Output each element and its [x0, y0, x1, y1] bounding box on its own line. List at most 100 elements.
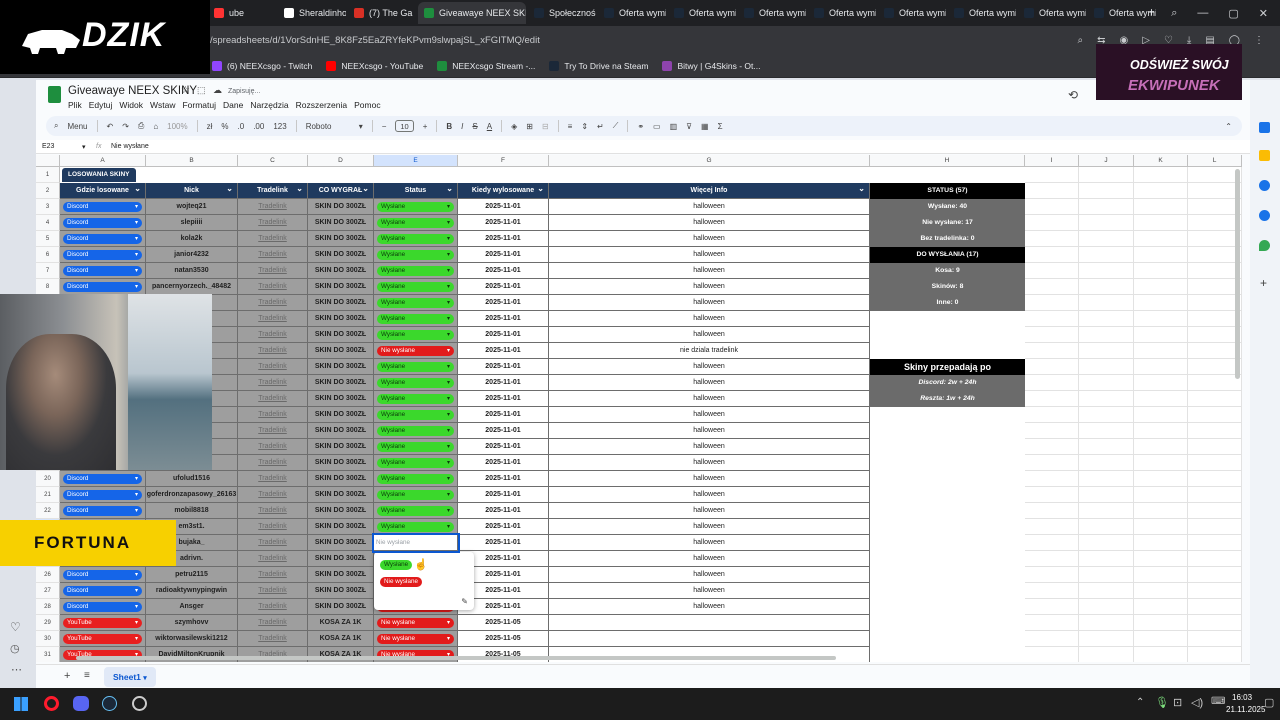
table-cell[interactable]: halloween	[549, 567, 870, 583]
table-cell[interactable]: SKIN DO 300ZŁ	[308, 311, 374, 327]
currency-button[interactable]: zł	[207, 122, 213, 131]
table-cell[interactable]: halloween	[549, 295, 870, 311]
empty-cell[interactable]	[1079, 295, 1134, 311]
table-cell[interactable]: SKIN DO 300ZŁ	[308, 343, 374, 359]
table-cell[interactable]: halloween	[549, 423, 870, 439]
tradelink-link[interactable]: Tradelink	[258, 347, 287, 354]
table-cell[interactable]: 2025-11-05	[458, 631, 549, 647]
tab-sheet1[interactable]: Sheet1 ▾	[104, 667, 156, 687]
chevron-down-icon[interactable]: ⌄	[134, 183, 141, 196]
table-cell[interactable]: Discord	[60, 263, 146, 279]
chevron-down-icon[interactable]: ⌄	[537, 183, 544, 196]
empty-cell[interactable]	[1134, 551, 1188, 567]
table-cell[interactable]: Wysłane	[374, 359, 458, 375]
table-cell[interactable]: halloween	[549, 407, 870, 423]
table-cell[interactable]: halloween	[549, 599, 870, 615]
table-cell[interactable]: halloween	[549, 439, 870, 455]
move-icon[interactable]: ⬚	[197, 85, 206, 96]
merge-cells-icon[interactable]: ⊟	[542, 122, 549, 131]
tradelink-link[interactable]: Tradelink	[258, 235, 287, 242]
tradelink-link[interactable]: Tradelink	[258, 283, 287, 290]
empty-cell[interactable]	[1188, 295, 1242, 311]
empty-cell[interactable]	[1079, 439, 1134, 455]
empty-cell[interactable]	[1079, 647, 1134, 662]
tradelink-link[interactable]: Tradelink	[258, 203, 287, 210]
table-cell[interactable]: Nie wysłane	[374, 631, 458, 647]
notifications-icon[interactable]: ▢	[1264, 696, 1274, 709]
menu-item[interactable]: Rozszerzenia	[296, 100, 348, 110]
row-number[interactable]: 7	[36, 263, 60, 279]
source-chip[interactable]: Discord	[63, 250, 142, 260]
column-header[interactable]: L	[1188, 155, 1242, 167]
empty-cell[interactable]	[1079, 311, 1134, 327]
empty-cell[interactable]	[1188, 279, 1242, 295]
table-cell[interactable]: Wysłane	[374, 231, 458, 247]
chevron-down-icon[interactable]: ▾	[359, 122, 363, 131]
empty-cell[interactable]	[1025, 247, 1079, 263]
filter-icon[interactable]: ⊽	[686, 122, 692, 131]
status-chip[interactable]: Wysłane	[377, 410, 454, 420]
collapse-toolbar-icon[interactable]: ⌃	[1225, 122, 1232, 131]
browser-tab[interactable]: ube	[208, 2, 276, 24]
table-cell[interactable]: Tradelink	[238, 231, 308, 247]
empty-cell[interactable]	[1188, 263, 1242, 279]
table-cell[interactable]: halloween	[549, 359, 870, 375]
document-title[interactable]: Giveawaye NEEX SKINY	[68, 85, 197, 97]
empty-cell[interactable]	[1079, 247, 1134, 263]
empty-cell[interactable]	[1134, 567, 1188, 583]
font-size-increase-icon[interactable]: +	[423, 122, 428, 131]
tradelink-link[interactable]: Tradelink	[258, 379, 287, 386]
paint-format-icon[interactable]: ⌂	[153, 122, 158, 131]
table-cell[interactable]: Tradelink	[238, 263, 308, 279]
table-cell[interactable]: 2025-11-01	[458, 519, 549, 535]
browser-tab[interactable]: Oferta wymian	[598, 2, 666, 24]
table-cell[interactable]: Tradelink	[238, 503, 308, 519]
font-size-decrease-icon[interactable]: −	[382, 122, 387, 131]
empty-cell[interactable]	[1188, 535, 1242, 551]
empty-cell[interactable]	[1188, 647, 1242, 662]
table-header-cell[interactable]: Kiedy wylosowane ⌄	[458, 183, 549, 199]
table-cell[interactable]: SKIN DO 300ZŁ	[308, 551, 374, 567]
filter-views-icon[interactable]: ▦	[701, 122, 709, 131]
status-chip[interactable]: Wysłane	[377, 234, 454, 244]
table-cell[interactable]: SKIN DO 300ZŁ	[308, 263, 374, 279]
tradelink-link[interactable]: Tradelink	[258, 523, 287, 530]
row-number[interactable]: 3	[36, 199, 60, 215]
empty-cell[interactable]	[1025, 215, 1079, 231]
empty-cell[interactable]	[1025, 311, 1079, 327]
empty-cell[interactable]	[1025, 503, 1079, 519]
empty-cell[interactable]	[1025, 647, 1079, 662]
table-cell[interactable]: halloween	[549, 551, 870, 567]
empty-cell[interactable]	[1079, 391, 1134, 407]
table-cell[interactable]: Wysłane	[374, 327, 458, 343]
empty-cell[interactable]	[1188, 311, 1242, 327]
table-cell[interactable]: 2025-11-01	[458, 375, 549, 391]
tradelink-link[interactable]: Tradelink	[258, 411, 287, 418]
table-cell[interactable]: 2025-11-01	[458, 487, 549, 503]
empty-cell[interactable]	[1134, 279, 1188, 295]
table-cell[interactable]: 2025-11-01	[458, 391, 549, 407]
row-number[interactable]: 4	[36, 215, 60, 231]
table-cell[interactable]: halloween	[549, 471, 870, 487]
table-cell[interactable]: SKIN DO 300ZŁ	[308, 487, 374, 503]
table-cell[interactable]: nie dziala tradelink	[549, 343, 870, 359]
dropdown-option-not-sent[interactable]: Nie wysłane	[380, 577, 422, 587]
empty-cell[interactable]	[1134, 359, 1188, 375]
table-cell[interactable]: halloween	[549, 503, 870, 519]
table-cell[interactable]: Tradelink	[238, 407, 308, 423]
chevron-down-icon[interactable]: ⌄	[446, 183, 453, 196]
empty-cell[interactable]	[1079, 215, 1134, 231]
tradelink-link[interactable]: Tradelink	[258, 587, 287, 594]
empty-cell[interactable]	[1079, 183, 1134, 199]
tradelink-link[interactable]: Tradelink	[258, 219, 287, 226]
empty-cell[interactable]	[1079, 551, 1134, 567]
status-chip[interactable]: Wysłane	[377, 506, 454, 516]
new-tab-button[interactable]: +	[1148, 5, 1155, 19]
status-chip[interactable]: Nie wysłane	[377, 634, 454, 644]
status-chip[interactable]: Wysłane	[377, 298, 454, 308]
tradelink-link[interactable]: Tradelink	[258, 507, 287, 514]
empty-cell[interactable]	[1134, 439, 1188, 455]
table-cell[interactable]: Tradelink	[238, 295, 308, 311]
table-cell[interactable]: Tradelink	[238, 535, 308, 551]
add-addon-icon[interactable]: +	[1260, 276, 1267, 290]
